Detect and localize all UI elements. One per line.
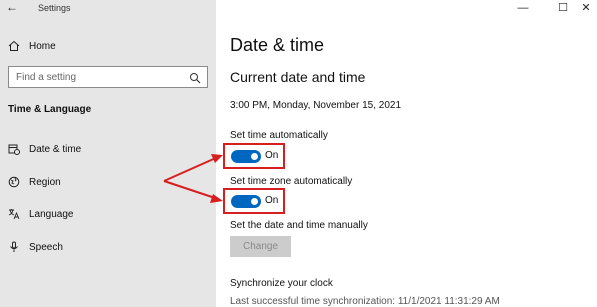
search-input[interactable]: Find a setting	[8, 66, 208, 88]
sync-heading: Synchronize your clock	[230, 278, 333, 289]
search-placeholder: Find a setting	[16, 72, 77, 83]
sidebar-item-label: Language	[29, 208, 74, 220]
toggle-state-label: On	[265, 150, 279, 161]
language-icon	[8, 208, 20, 220]
set-timezone-auto-label: Set time zone automatically	[230, 176, 353, 187]
main-content: — ☐ ✕ Date & time Current date and time …	[216, 0, 597, 307]
sidebar-item-label: Home	[29, 40, 56, 52]
title-bar: ← Settings	[0, 0, 216, 18]
microphone-icon	[8, 241, 20, 253]
set-time-auto-highlight: On	[223, 143, 285, 169]
toggle-state-label: On	[265, 195, 279, 206]
sidebar-item-region[interactable]: Region	[0, 170, 216, 194]
sidebar-item-label: Date & time	[29, 143, 82, 155]
section-title: Time & Language	[8, 104, 92, 115]
sidebar-item-label: Region	[29, 176, 61, 188]
sidebar-item-speech[interactable]: Speech	[0, 235, 216, 259]
last-sync-text: Last successful time synchronization: 11…	[230, 296, 500, 307]
home-icon	[8, 40, 20, 52]
minimize-icon[interactable]: —	[516, 2, 530, 16]
sidebar-item-label: Speech	[29, 241, 63, 253]
set-timezone-auto-highlight: On	[223, 188, 285, 214]
manual-time-label: Set the date and time manually	[230, 220, 368, 231]
maximize-icon[interactable]: ☐	[556, 2, 570, 16]
sidebar: ← Settings Home Find a setting Time & La…	[0, 0, 216, 307]
sidebar-item-date-time[interactable]: Date & time	[0, 137, 216, 161]
set-time-auto-label: Set time automatically	[230, 130, 328, 141]
change-button[interactable]: Change	[230, 236, 291, 257]
globe-icon	[8, 176, 20, 188]
set-time-auto-toggle[interactable]	[231, 150, 261, 163]
page-title: Date & time	[230, 35, 325, 55]
sidebar-item-language[interactable]: Language	[0, 202, 216, 226]
toggle-knob	[251, 198, 258, 205]
sidebar-item-home[interactable]: Home	[0, 34, 216, 58]
current-datetime: 3:00 PM, Monday, November 15, 2021	[230, 100, 402, 111]
app-title: Settings	[38, 3, 71, 13]
close-icon[interactable]: ✕	[579, 2, 593, 16]
back-arrow-icon[interactable]: ←	[6, 0, 22, 16]
set-timezone-auto-toggle[interactable]	[231, 195, 261, 208]
section-subheading: Current date and time	[230, 69, 366, 85]
calendar-clock-icon	[8, 143, 20, 155]
search-icon[interactable]	[189, 71, 201, 84]
toggle-knob	[251, 153, 258, 160]
